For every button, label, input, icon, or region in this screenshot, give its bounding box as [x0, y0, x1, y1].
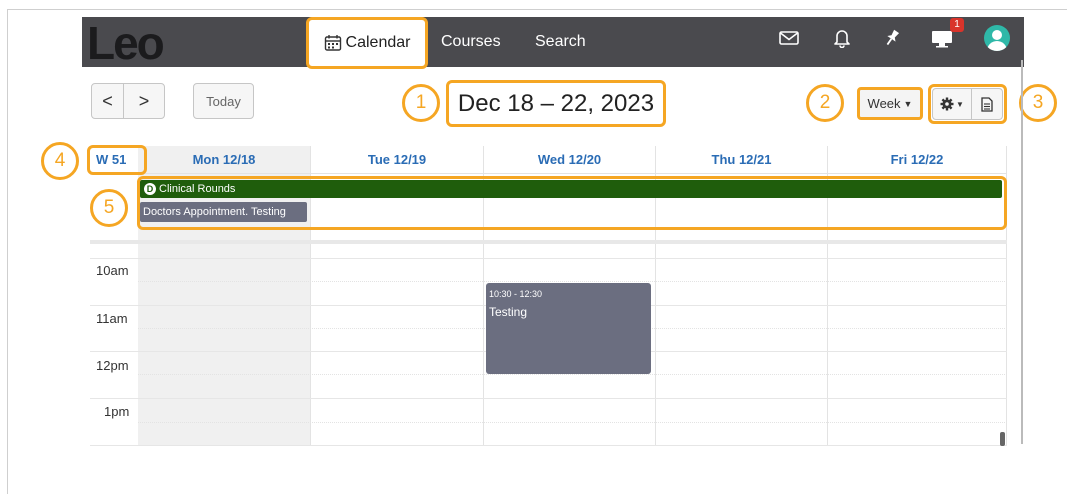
today-button[interactable]: Today	[193, 83, 254, 119]
half-hour-line	[138, 374, 1007, 375]
gear-icon	[940, 97, 954, 111]
event-time: 10:30 - 12:30	[489, 289, 543, 299]
callout-2: 2	[806, 84, 844, 122]
half-hour-line	[138, 281, 1007, 282]
day-header-wed[interactable]: Wed 12/20	[484, 146, 656, 174]
day-header-thu[interactable]: Thu 12/21	[656, 146, 828, 174]
scrollbar-thumb[interactable]	[1000, 432, 1005, 446]
time-label-12pm: 12pm	[96, 358, 129, 373]
nav-calendar[interactable]: Calendar	[306, 17, 428, 69]
hour-line	[90, 258, 1007, 259]
day-header-tue[interactable]: Tue 12/19	[311, 146, 484, 174]
hour-line	[90, 398, 1007, 399]
time-label-10am: 10am	[96, 263, 129, 278]
document-icon	[981, 96, 993, 112]
pin-icon[interactable]	[880, 26, 904, 50]
caret-down-icon: ▼	[903, 98, 913, 109]
bell-icon[interactable]	[830, 26, 854, 50]
time-label-11am: 11am	[96, 311, 128, 326]
logo: Leo	[87, 17, 165, 69]
prev-button[interactable]: <	[91, 83, 124, 119]
grid-bottom	[90, 445, 1007, 446]
calendar-icon	[324, 35, 341, 51]
allday-divider	[90, 240, 1007, 244]
date-range-title: Dec 18 – 22, 2023	[446, 80, 666, 127]
next-button[interactable]: >	[123, 83, 165, 119]
event-testing[interactable]: 10:30 - 12:30 Testing	[486, 283, 651, 374]
avatar[interactable]	[984, 25, 1010, 51]
caret-down-icon: ▼	[956, 99, 964, 109]
mail-icon[interactable]	[777, 26, 801, 50]
nav-search[interactable]: Search	[535, 17, 586, 67]
print-button[interactable]	[971, 88, 1003, 120]
view-dropdown[interactable]: Week ▼	[857, 87, 923, 120]
callout-5: 5	[90, 189, 128, 227]
scrollbar-track[interactable]	[1021, 60, 1023, 444]
time-label-1pm: 1pm	[104, 404, 130, 419]
half-hour-line	[138, 422, 1007, 423]
allday-events-highlight	[137, 176, 1007, 230]
callout-1: 1	[402, 84, 440, 122]
notification-badge: 1	[950, 18, 964, 32]
nav-calendar-label: Calendar	[345, 34, 411, 51]
chevron-left-icon: <	[102, 90, 113, 111]
nav-courses[interactable]: Courses	[441, 17, 501, 67]
view-label: Week	[867, 96, 901, 111]
chevron-right-icon: >	[138, 90, 150, 111]
day-header-fri[interactable]: Fri 12/22	[828, 146, 1007, 174]
event-title: Testing	[489, 305, 528, 319]
callout-4: 4	[41, 142, 79, 180]
week-number-highlight	[87, 145, 147, 175]
day-header-mon[interactable]: Mon 12/18	[138, 146, 311, 174]
settings-button[interactable]: ▼	[932, 88, 972, 120]
callout-3: 3	[1019, 84, 1057, 122]
